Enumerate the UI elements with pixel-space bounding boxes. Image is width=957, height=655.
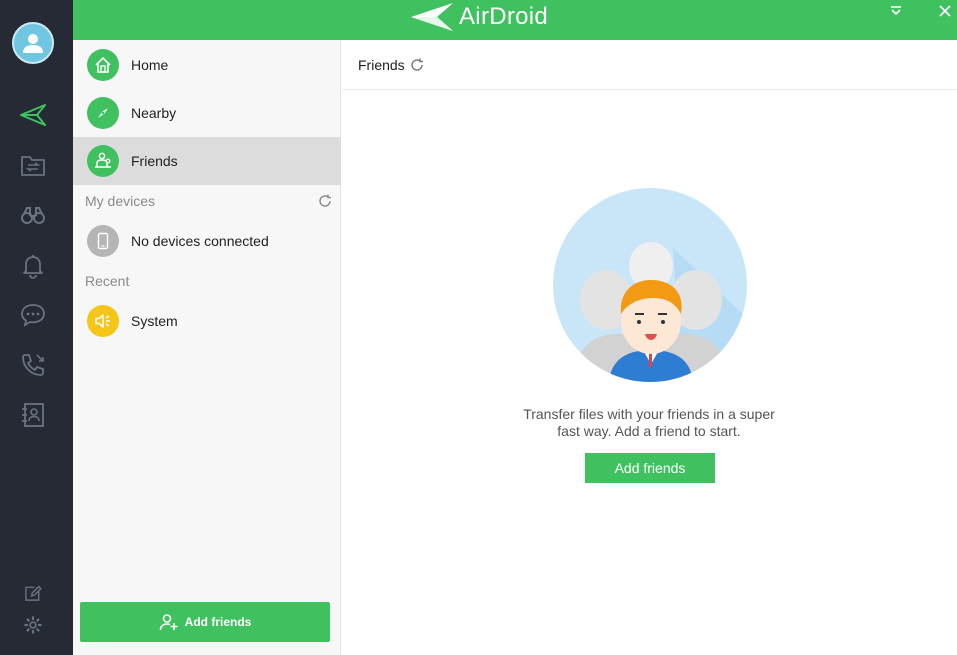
refresh-devices-icon[interactable]: [317, 193, 333, 209]
nav-nearby-label: Nearby: [131, 105, 177, 121]
nav-nearby-badge: [87, 97, 119, 129]
nav-home-label: Home: [131, 57, 169, 73]
minimize-button[interactable]: [887, 2, 905, 20]
sidebar-add-friends-label: Add friends: [184, 615, 252, 629]
app-logo: AirDroid: [409, 0, 548, 34]
user-icon: [23, 34, 43, 53]
rail-calls-button[interactable]: [18, 350, 48, 380]
recent-heading: Recent: [85, 273, 130, 289]
page-title: Friends: [358, 56, 405, 73]
recent-item-system[interactable]: System: [73, 297, 341, 345]
close-button[interactable]: [936, 2, 954, 20]
home-icon: [95, 56, 111, 73]
gear-icon: [24, 616, 42, 634]
friends-icon: [95, 152, 111, 168]
rail-feedback-button[interactable]: [18, 578, 48, 608]
my-devices-heading: My devices: [85, 193, 156, 209]
rail-files-button[interactable]: [18, 150, 48, 180]
contacts-icon: [22, 403, 44, 427]
call-log-icon: [22, 354, 44, 376]
send-icon: [20, 104, 46, 126]
phone-icon: [97, 232, 109, 250]
content-area: Friends Transfer files with your friends…: [342, 40, 957, 655]
nav-friends-label: Friends: [131, 153, 178, 169]
rail-settings-button[interactable]: [18, 610, 48, 640]
nav-friends-badge: [87, 145, 119, 177]
rail-notifications-button[interactable]: [18, 250, 48, 280]
content-header: Friends: [342, 40, 957, 90]
file-transfer-icon: [21, 156, 45, 176]
close-icon: [939, 5, 951, 17]
refresh-icon[interactable]: [409, 57, 425, 73]
add-friends-button[interactable]: Add friends: [585, 453, 715, 483]
nav-panel: Home Nearby Friends My devices No device…: [73, 40, 341, 655]
rail-messages-button[interactable]: [18, 300, 48, 330]
airdroid-logo-icon: [411, 3, 453, 31]
empty-state-message: Transfer files with your friends in a su…: [499, 406, 799, 440]
rail-find-phone-button[interactable]: [18, 200, 48, 230]
user-avatar[interactable]: [12, 22, 54, 64]
friends-illustration: [553, 188, 747, 382]
speaker-icon: [95, 314, 110, 328]
device-badge: [87, 225, 119, 257]
nav-home-badge: [87, 49, 119, 81]
empty-state-line-2: fast way. Add a friend to start.: [557, 423, 741, 439]
nav-item-friends[interactable]: Friends: [73, 137, 341, 185]
rail-contacts-button[interactable]: [18, 400, 48, 430]
edit-icon: [25, 585, 42, 601]
left-rail: [0, 0, 73, 655]
bell-icon: [23, 255, 43, 279]
add-user-icon: [159, 614, 178, 631]
compass-icon: [98, 108, 108, 118]
empty-state-line-1: Transfer files with your friends in a su…: [523, 406, 775, 422]
app-name: AirDroid: [459, 3, 549, 30]
no-devices-label: No devices connected: [131, 233, 269, 249]
binoculars-icon: [21, 207, 45, 224]
system-badge: [87, 305, 119, 337]
minimize-icon: [891, 6, 901, 16]
rail-send-button[interactable]: [18, 100, 48, 130]
sidebar-add-friends-button[interactable]: Add friends: [80, 602, 330, 642]
no-devices-item: No devices connected: [73, 217, 341, 265]
recent-system-label: System: [131, 313, 178, 329]
nav-item-nearby[interactable]: Nearby: [73, 89, 341, 137]
chat-icon: [21, 304, 45, 327]
title-bar: AirDroid: [73, 0, 957, 40]
nav-item-home[interactable]: Home: [73, 41, 341, 89]
